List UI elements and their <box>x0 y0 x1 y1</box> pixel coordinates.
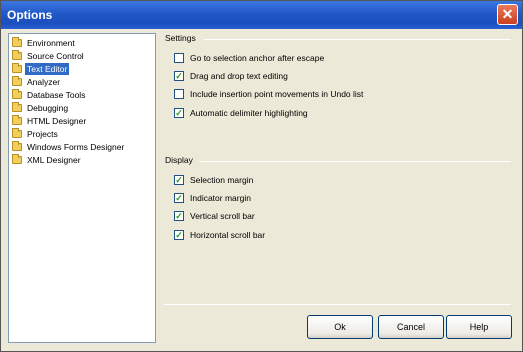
button-divider <box>164 304 511 305</box>
checkbox-checked[interactable]: ✓ <box>174 230 184 240</box>
window-title: Options <box>7 8 53 22</box>
tree-item-environment[interactable]: Environment <box>12 37 77 49</box>
options-dialog: Options ✕ Environment Source Control Tex… <box>0 0 523 352</box>
tree-item-label: Windows Forms Designer <box>27 142 125 152</box>
folder-icon <box>12 115 22 125</box>
tree-item-label: Projects <box>27 129 58 139</box>
option-label: Include insertion point movements in Und… <box>190 89 364 99</box>
display-divider <box>200 161 511 162</box>
tree-item-label: Environment <box>27 38 75 48</box>
folder-icon <box>12 76 22 86</box>
tree-item-source-control[interactable]: Source Control <box>12 50 86 62</box>
checkbox-checked[interactable]: ✓ <box>174 108 184 118</box>
settings-group-label: Settings <box>165 33 196 43</box>
tree-item-label: Debugging <box>27 103 69 113</box>
option-vertical-scroll-bar[interactable]: ✓ Vertical scroll bar <box>174 210 255 222</box>
option-go-to-selection-anchor[interactable]: Go to selection anchor after escape <box>174 52 324 64</box>
option-label: Drag and drop text editing <box>190 71 288 81</box>
option-selection-margin[interactable]: ✓ Selection margin <box>174 174 253 186</box>
title-bar[interactable]: Options <box>1 1 522 29</box>
tree-item-label: Database Tools <box>27 90 86 100</box>
folder-icon <box>12 50 22 60</box>
option-label: Horizontal scroll bar <box>190 230 266 240</box>
tree-item-analyzer[interactable]: Analyzer <box>12 76 62 88</box>
option-automatic-delimiter[interactable]: ✓ Automatic delimiter highlighting <box>174 107 308 119</box>
category-tree[interactable]: Environment Source Control Text Editor A… <box>8 33 156 343</box>
tree-item-debugging[interactable]: Debugging <box>12 102 70 114</box>
tree-item-label: XML Designer <box>27 155 81 165</box>
folder-icon <box>12 89 22 99</box>
tree-item-xml-designer[interactable]: XML Designer <box>12 154 83 166</box>
tree-item-label: HTML Designer <box>27 116 87 126</box>
cancel-button[interactable]: Cancel <box>378 315 444 339</box>
checkbox-checked[interactable]: ✓ <box>174 211 184 221</box>
close-icon: ✕ <box>501 6 514 22</box>
tree-item-label: Source Control <box>27 51 84 61</box>
option-include-insertion-point[interactable]: Include insertion point movements in Und… <box>174 88 363 100</box>
option-indicator-margin[interactable]: ✓ Indicator margin <box>174 192 251 204</box>
ok-button[interactable]: Ok <box>307 315 373 339</box>
folder-icon <box>12 141 22 151</box>
checkbox[interactable] <box>174 89 184 99</box>
checkbox[interactable] <box>174 53 184 63</box>
checkbox-checked[interactable]: ✓ <box>174 175 184 185</box>
folder-icon <box>12 63 22 73</box>
checkbox-checked[interactable]: ✓ <box>174 71 184 81</box>
tree-item-database-tools[interactable]: Database Tools <box>12 89 87 101</box>
option-label: Selection margin <box>190 175 254 185</box>
option-drag-and-drop[interactable]: ✓ Drag and drop text editing <box>174 70 288 82</box>
tree-item-projects[interactable]: Projects <box>12 128 60 140</box>
help-button[interactable]: Help <box>446 315 512 339</box>
folder-icon <box>12 37 22 47</box>
folder-icon <box>12 102 22 112</box>
option-horizontal-scroll-bar[interactable]: ✓ Horizontal scroll bar <box>174 229 265 241</box>
option-label: Indicator margin <box>190 193 251 203</box>
checkbox-checked[interactable]: ✓ <box>174 193 184 203</box>
settings-divider <box>204 39 511 40</box>
tree-item-label: Analyzer <box>27 77 61 87</box>
tree-item-html-designer[interactable]: HTML Designer <box>12 115 88 127</box>
option-label: Automatic delimiter highlighting <box>190 108 308 118</box>
folder-icon <box>12 128 22 138</box>
display-group-label: Display <box>165 155 193 165</box>
folder-icon <box>12 154 22 164</box>
tree-item-text-editor[interactable]: Text Editor <box>12 63 70 75</box>
close-button[interactable]: ✕ <box>497 4 518 25</box>
tree-item-label: Text Editor <box>25 63 70 75</box>
tree-item-windows-forms-designer[interactable]: Windows Forms Designer <box>12 141 126 153</box>
option-label: Go to selection anchor after escape <box>190 53 325 63</box>
option-label: Vertical scroll bar <box>190 211 255 221</box>
